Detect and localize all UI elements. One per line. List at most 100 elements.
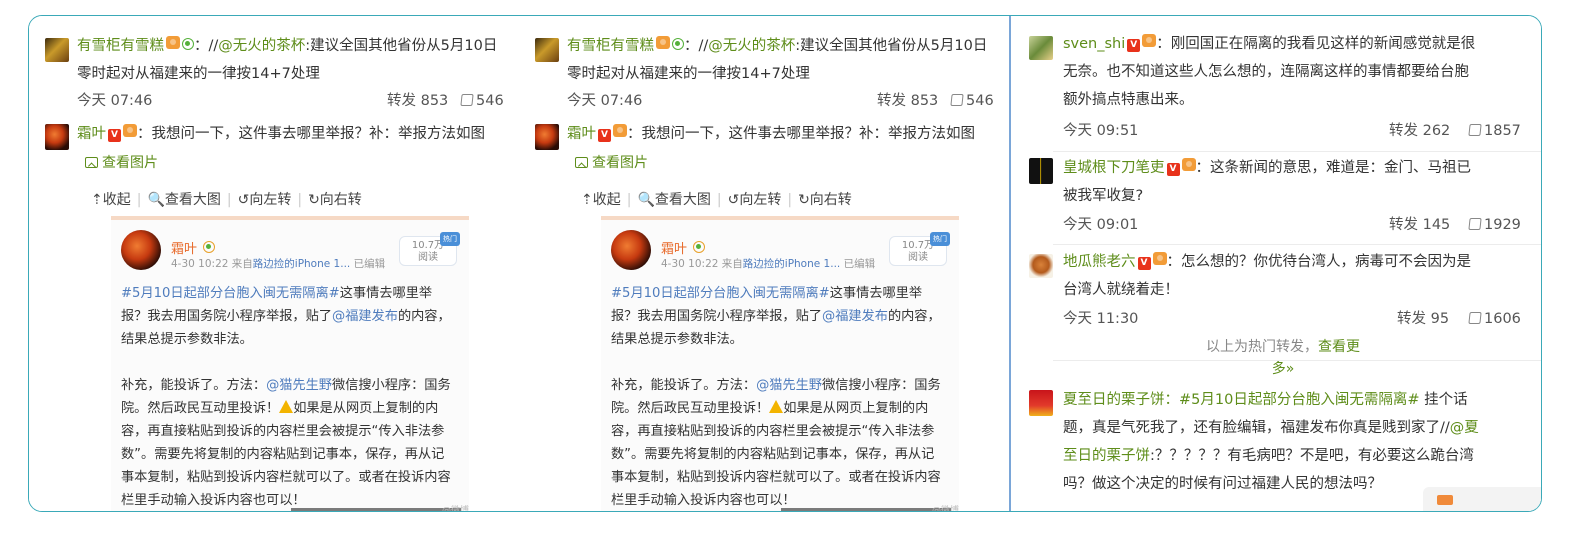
mention-link[interactable]: 至日的栗子饼	[1063, 448, 1150, 464]
comment-text: 吗？做这个决定的时候有问过福建人民的想法吗？	[1063, 476, 1382, 492]
rotate-right-button[interactable]: ↻向右转	[798, 192, 852, 208]
user-avatar[interactable]	[535, 124, 559, 150]
view-large-button[interactable]: 🔍查看大图	[637, 192, 710, 208]
image-toolbar: ⇡收起 | 🔍查看大图 | ↺向左转 | ↻向右转	[91, 192, 362, 208]
comment-username[interactable]: 霜叶	[567, 126, 596, 142]
thumbs-up-icon	[460, 94, 474, 106]
user-avatar[interactable]	[1029, 158, 1053, 184]
attached-screenshot[interactable]: 霜叶 4-30 10:22 来自路边捡的iPhone 1... 已编辑 热门 10…	[111, 216, 469, 511]
feed-panel-right: sven_shi V ：刚回国正在隔离的我看见这样的新闻感觉就是很 无奈。也不知道这…	[1013, 16, 1541, 511]
comment-time: 今天 07:46	[77, 93, 153, 109]
mention-link[interactable]: @无火的茶杯	[218, 38, 305, 54]
user-avatar[interactable]	[1029, 390, 1053, 416]
collapse-button[interactable]: ⇡收起	[91, 192, 131, 208]
comment-username[interactable]: 霜叶	[77, 126, 106, 142]
comment-username[interactable]: sven_shi	[1063, 36, 1125, 52]
like-button[interactable]: 546	[950, 88, 994, 114]
user-avatar[interactable]	[535, 38, 559, 62]
screenshot-topbar	[601, 216, 959, 220]
rotate-left-button[interactable]: ↺向左转	[238, 192, 292, 208]
comment-colon: ：	[1164, 392, 1180, 408]
thumbs-up-icon	[1468, 124, 1482, 136]
user-avatar[interactable]	[1029, 36, 1053, 60]
screenshot-footer: @微博	[111, 506, 469, 511]
collapse-icon: ⇡	[581, 192, 593, 208]
read-count-badge: 热门 10.7万 阅读	[889, 232, 950, 266]
view-large-button[interactable]: 🔍查看大图	[147, 192, 220, 208]
view-more-link[interactable]: 查看更	[1318, 339, 1360, 355]
comment-text: 无奈。也不知道这些人怎么想的，连隔离这样的事情都要给台胞	[1063, 64, 1469, 80]
like-button[interactable]: 1857	[1468, 118, 1521, 144]
screenshot-author: 霜叶	[661, 238, 706, 257]
repost-button[interactable]: 转发 95	[1397, 306, 1449, 332]
comment-meta: 今天 11:30 转发 95 1606	[1063, 306, 1529, 332]
view-picture-link[interactable]: 查看图片	[85, 153, 158, 173]
comment-username[interactable]: 地瓜熊老六	[1063, 254, 1136, 270]
level-badge-icon	[1142, 34, 1157, 47]
thumbs-up-icon	[950, 94, 964, 106]
verified-badge-icon	[693, 241, 706, 253]
user-avatar[interactable]	[45, 124, 69, 150]
level-badge-icon	[1152, 252, 1167, 265]
picture-icon	[575, 157, 588, 168]
like-button[interactable]: 1606	[1468, 306, 1521, 332]
popup-tab[interactable]	[1423, 487, 1541, 511]
rotate-left-button[interactable]: ↺向左转	[728, 192, 782, 208]
user-avatar	[121, 230, 161, 270]
separator	[1053, 244, 1541, 245]
topic-link: #5月10日起部分台胞入闽无需隔离#	[611, 286, 830, 301]
like-count: 1606	[1484, 311, 1521, 327]
collapse-icon: ⇡	[91, 192, 103, 208]
comment-time: 今天 09:51	[1063, 123, 1139, 139]
comment-meta: 今天 09:01 转发 145 1929	[1063, 212, 1529, 238]
mention-link[interactable]: @无火的茶杯	[708, 38, 795, 54]
attached-screenshot[interactable]: 霜叶 4-30 10:22 来自路边捡的iPhone 1... 已编辑 热门 10…	[601, 216, 959, 511]
comment-text: 零时起对从福建来的一律按14+7处理	[77, 66, 320, 82]
view-picture-link[interactable]: 查看图片	[575, 153, 648, 173]
comment-username[interactable]: 有雪柜有雪糕	[77, 38, 164, 54]
vip-badge-icon: V	[1166, 163, 1180, 176]
thumbs-up-icon	[1468, 218, 1482, 230]
collapse-button[interactable]: ⇡收起	[581, 192, 621, 208]
view-picture-label: 查看图片	[592, 155, 648, 171]
like-count: 1929	[1484, 217, 1521, 233]
mention-link[interactable]: @夏	[1450, 420, 1479, 436]
thumbs-up-icon	[1468, 312, 1482, 324]
comment-username[interactable]: 皇城根下刀笔吏	[1063, 160, 1165, 176]
level-badge-icon	[656, 36, 670, 49]
comment-username[interactable]: 夏至日的栗子饼	[1063, 392, 1165, 408]
rotate-left-icon: ↺	[237, 192, 250, 208]
verified-badge-icon	[672, 38, 684, 50]
separator	[1053, 360, 1541, 361]
screenshot-post-info: 4-30 10:22 来自路边捡的iPhone 1... 已编辑	[171, 258, 386, 270]
topic-link[interactable]: #5月10日起部分台胞入闽无需隔离#	[1179, 392, 1419, 408]
hot-reposts-label: 以上为热门转发，	[1206, 339, 1318, 355]
view-picture-label: 查看图片	[102, 155, 158, 171]
screenshot-post-body: #5月10日起部分台胞入闽无需隔离#这事情去哪里举报？我去用国务院小程序举报，贴…	[121, 286, 451, 508]
warning-icon	[769, 400, 784, 413]
user-avatar[interactable]	[45, 38, 69, 62]
comment-text: ：这条新闻的意思，难道是：金门、马祖已	[1195, 160, 1472, 176]
repost-button[interactable]: 转发 853	[387, 88, 448, 114]
comment-username[interactable]: 有雪柜有雪糕	[567, 38, 654, 54]
mention-link: @福建发布	[822, 309, 888, 324]
panel-divider	[1009, 16, 1011, 511]
screenshot-topbar	[111, 216, 469, 220]
level-badge-icon	[1181, 158, 1196, 171]
like-button[interactable]: 1929	[1468, 212, 1521, 238]
screenshot-post-body: #5月10日起部分台胞入闽无需隔离#这事情去哪里举报？我去用国务院小程序举报，贴…	[611, 286, 941, 508]
like-count: 1857	[1484, 123, 1521, 139]
view-more-link[interactable]: 多»	[1272, 361, 1295, 377]
feed-panel-left: 有雪柜有雪糕 ：//@无火的茶杯:建议全国其他省份从5月10日 零时起对从福建来的…	[29, 16, 509, 511]
repost-button[interactable]: 转发 262	[1389, 118, 1450, 144]
like-button[interactable]: 546	[460, 88, 504, 114]
comment-separator: ：//	[684, 38, 709, 54]
repost-button[interactable]: 转发 145	[1389, 212, 1450, 238]
user-avatar[interactable]	[1029, 254, 1053, 278]
comment-text: 台湾人就绕着走！	[1063, 282, 1179, 298]
rotate-right-button[interactable]: ↻向右转	[308, 192, 362, 208]
hot-reposts-footer: 以上为热门转发，查看更 多»	[1163, 336, 1403, 380]
topic-link: #5月10日起部分台胞入闽无需隔离#	[121, 286, 340, 301]
repost-button[interactable]: 转发 853	[877, 88, 938, 114]
read-count-badge: 热门 10.7万 阅读	[399, 232, 460, 266]
